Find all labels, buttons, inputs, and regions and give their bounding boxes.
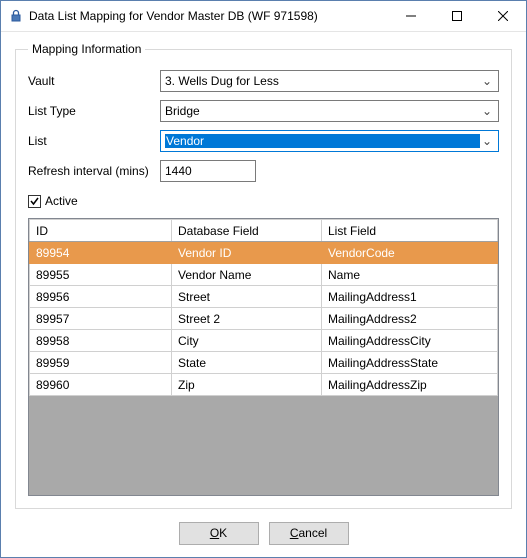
chevron-down-icon: ⌄ [480, 104, 494, 118]
content-area: Mapping Information Vault 3. Wells Dug f… [1, 32, 526, 557]
close-button[interactable] [480, 1, 526, 31]
cell-lf: Name [322, 264, 498, 286]
cell-id: 89957 [30, 308, 172, 330]
cell-db: Zip [172, 374, 322, 396]
chevron-down-icon: ⌄ [480, 74, 494, 88]
cell-lf: MailingAddress1 [322, 286, 498, 308]
cell-id: 89956 [30, 286, 172, 308]
dialog-window: Data List Mapping for Vendor Master DB (… [0, 0, 527, 558]
list-combo[interactable]: Vendor ⌄ [160, 130, 499, 152]
refresh-input[interactable] [160, 160, 256, 182]
table-row[interactable]: 89954Vendor IDVendorCode [30, 242, 498, 264]
cell-id: 89955 [30, 264, 172, 286]
cell-lf: VendorCode [322, 242, 498, 264]
active-checkbox[interactable] [28, 195, 41, 208]
ok-button[interactable]: OK [179, 522, 259, 545]
cell-id: 89958 [30, 330, 172, 352]
cell-lf: MailingAddressState [322, 352, 498, 374]
ok-prefix: O [210, 526, 219, 540]
active-label: Active [45, 194, 78, 208]
vault-label: Vault [28, 74, 160, 88]
refresh-label: Refresh interval (mins) [28, 164, 160, 178]
list-type-combo[interactable]: Bridge ⌄ [160, 100, 499, 122]
mapping-grid[interactable]: ID Database Field List Field 89954Vendor… [28, 218, 499, 496]
cell-lf: MailingAddressZip [322, 374, 498, 396]
chevron-down-icon: ⌄ [480, 134, 494, 148]
table-row[interactable]: 89955Vendor NameName [30, 264, 498, 286]
titlebar: Data List Mapping for Vendor Master DB (… [1, 1, 526, 32]
cell-db: Street 2 [172, 308, 322, 330]
list-type-value: Bridge [165, 104, 480, 118]
dialog-buttons: OK Cancel [15, 509, 512, 557]
ok-rest: K [219, 526, 227, 540]
cell-db: Vendor Name [172, 264, 322, 286]
cell-lf: MailingAddress2 [322, 308, 498, 330]
check-icon [29, 196, 40, 207]
lock-icon [9, 9, 23, 23]
cell-db: Street [172, 286, 322, 308]
list-label: List [28, 134, 160, 148]
table-row[interactable]: 89956StreetMailingAddress1 [30, 286, 498, 308]
cell-db: Vendor ID [172, 242, 322, 264]
vault-value: 3. Wells Dug for Less [165, 74, 480, 88]
list-value: Vendor [165, 134, 480, 148]
cell-db: State [172, 352, 322, 374]
cancel-rest: ancel [298, 526, 327, 540]
cell-id: 89954 [30, 242, 172, 264]
col-db[interactable]: Database Field [172, 220, 322, 242]
table-row[interactable]: 89957Street 2MailingAddress2 [30, 308, 498, 330]
list-type-label: List Type [28, 104, 160, 118]
col-id[interactable]: ID [30, 220, 172, 242]
table-row[interactable]: 89959StateMailingAddressState [30, 352, 498, 374]
minimize-button[interactable] [388, 1, 434, 31]
cancel-button[interactable]: Cancel [269, 522, 349, 545]
table-row[interactable]: 89960ZipMailingAddressZip [30, 374, 498, 396]
cell-db: City [172, 330, 322, 352]
group-legend: Mapping Information [28, 42, 145, 56]
cell-id: 89960 [30, 374, 172, 396]
mapping-info-group: Mapping Information Vault 3. Wells Dug f… [15, 42, 512, 509]
col-lf[interactable]: List Field [322, 220, 498, 242]
table-row[interactable]: 89958CityMailingAddressCity [30, 330, 498, 352]
maximize-button[interactable] [434, 1, 480, 31]
vault-combo[interactable]: 3. Wells Dug for Less ⌄ [160, 70, 499, 92]
window-title: Data List Mapping for Vendor Master DB (… [29, 9, 388, 23]
cell-lf: MailingAddressCity [322, 330, 498, 352]
cell-id: 89959 [30, 352, 172, 374]
